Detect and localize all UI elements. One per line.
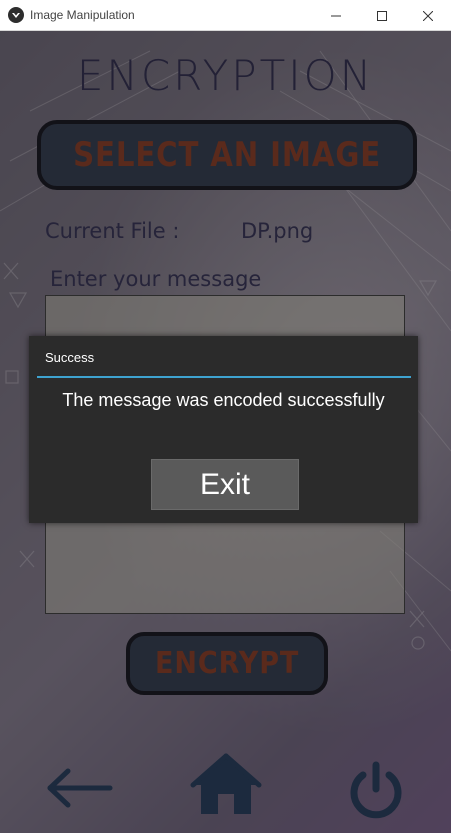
window-controls — [313, 0, 451, 31]
app-logo-icon — [8, 7, 24, 23]
select-image-button-label: SELECT AN IMAGE — [73, 135, 381, 175]
page-title: ENCRYPTION — [76, 51, 375, 100]
minimize-icon[interactable] — [313, 0, 359, 31]
dialog-title-separator — [37, 376, 411, 378]
message-label: Enter your message — [50, 267, 262, 291]
current-file-value: DP.png — [241, 219, 314, 243]
encrypt-button[interactable]: ENCRYPT — [126, 632, 328, 695]
dialog-message: The message was encoded successfully — [62, 390, 385, 410]
app-window: Image Manipulation ENCRYPTION SELECT AN … — [0, 0, 451, 833]
success-dialog: Success The message was encoded successf… — [29, 336, 418, 523]
window-title: Image Manipulation — [30, 8, 135, 22]
close-icon[interactable] — [405, 0, 451, 31]
dialog-title: Success — [45, 350, 95, 365]
home-icon[interactable] — [190, 753, 262, 817]
maximize-icon[interactable] — [359, 0, 405, 31]
back-arrow-icon[interactable] — [44, 767, 114, 809]
exit-button[interactable]: Exit — [151, 459, 299, 510]
encrypt-button-label: ENCRYPT — [154, 646, 300, 681]
app-screen: ENCRYPTION SELECT AN IMAGE Current File … — [0, 31, 451, 833]
current-file-label: Current File : — [45, 219, 180, 243]
power-icon[interactable] — [346, 761, 406, 821]
select-image-button[interactable]: SELECT AN IMAGE — [37, 120, 417, 190]
title-bar: Image Manipulation — [0, 0, 451, 31]
